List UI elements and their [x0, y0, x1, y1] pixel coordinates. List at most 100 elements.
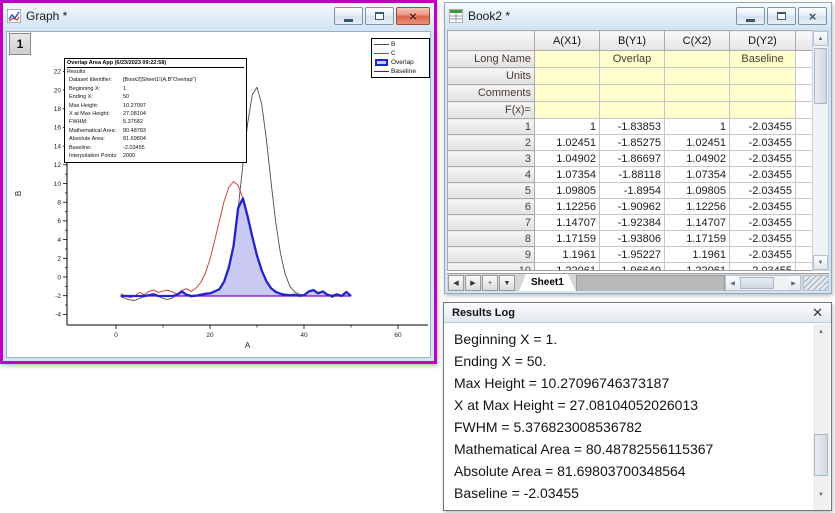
table-cell[interactable]: 1.09805: [665, 183, 730, 199]
row-label[interactable]: Comments: [448, 85, 535, 102]
table-cell[interactable]: -1.86697: [600, 151, 665, 167]
column-header[interactable]: C(X2): [665, 31, 730, 51]
scrollbar-thumb[interactable]: [814, 434, 828, 476]
plot-legend[interactable]: BCOverlapBaseline: [371, 38, 430, 78]
scroll-up-icon[interactable]: ▲: [813, 31, 828, 46]
table-cell[interactable]: 1.17159: [665, 231, 730, 247]
table-cell[interactable]: 1.07354: [665, 167, 730, 183]
column-header[interactable]: D(Y2): [730, 31, 796, 51]
scroll-left-icon[interactable]: ◀: [726, 276, 739, 290]
scrollbar-thumb[interactable]: [814, 48, 827, 104]
label-cell[interactable]: [535, 85, 600, 102]
filler-cell[interactable]: [796, 51, 813, 68]
table-cell[interactable]: 1.12256: [665, 199, 730, 215]
sheet-list-icon[interactable]: ▼: [499, 275, 515, 291]
table-cell[interactable]: -1.95227: [600, 247, 665, 263]
table-cell[interactable]: 1.04902: [665, 151, 730, 167]
scroll-right-icon[interactable]: ▶: [787, 276, 800, 290]
table-cell[interactable]: -1.93806: [600, 231, 665, 247]
row-label[interactable]: Units: [448, 68, 535, 85]
filler-cell[interactable]: [796, 102, 813, 119]
label-cell[interactable]: [730, 85, 796, 102]
row-number[interactable]: 8: [448, 231, 535, 247]
row-number[interactable]: 2: [448, 135, 535, 151]
filler-cell[interactable]: [796, 85, 813, 102]
filler-cell[interactable]: [796, 263, 813, 272]
row-label[interactable]: F(x)=: [448, 102, 535, 119]
results-log-titlebar[interactable]: Results Log ✕: [444, 303, 831, 323]
table-cell[interactable]: 1.07354: [535, 167, 600, 183]
label-cell[interactable]: Baseline: [730, 51, 796, 68]
table-cell[interactable]: -2.03455: [730, 231, 796, 247]
filler-cell[interactable]: [796, 151, 813, 167]
scrollbar-thumb[interactable]: [740, 277, 774, 289]
results-log-scrollbar[interactable]: ▲ ▼: [813, 324, 830, 510]
book2-minimize-button[interactable]: [736, 7, 765, 25]
graph-restore-button[interactable]: [365, 7, 394, 25]
table-cell[interactable]: -2.03455: [730, 247, 796, 263]
table-cell[interactable]: 1: [535, 119, 600, 135]
graph-window-titlebar[interactable]: Graph * ×: [3, 3, 434, 29]
table-cell[interactable]: -2.03455: [730, 119, 796, 135]
scroll-down-icon[interactable]: ▼: [813, 255, 828, 270]
filler-cell[interactable]: [796, 135, 813, 151]
filler-cell[interactable]: [796, 183, 813, 199]
label-cell[interactable]: [665, 85, 730, 102]
worksheet-vertical-scrollbar[interactable]: ▲ ▼: [812, 30, 829, 271]
table-cell[interactable]: -1.83853: [600, 119, 665, 135]
row-number[interactable]: 5: [448, 183, 535, 199]
book2-restore-button[interactable]: [767, 7, 796, 25]
table-cell[interactable]: -1.88118: [600, 167, 665, 183]
results-annotation-box[interactable]: Overlap Area App (6/23/2023 09:22:58) Re…: [64, 58, 247, 163]
table-cell[interactable]: 1.04902: [535, 151, 600, 167]
label-cell[interactable]: Overlap: [600, 51, 665, 68]
label-cell[interactable]: [730, 68, 796, 85]
label-cell[interactable]: [665, 68, 730, 85]
table-cell[interactable]: 1.14707: [665, 215, 730, 231]
table-cell[interactable]: -1.90962: [600, 199, 665, 215]
book2-titlebar[interactable]: Book2 * ×: [445, 3, 831, 29]
table-cell[interactable]: 1.02451: [535, 135, 600, 151]
table-cell[interactable]: 1.1961: [665, 247, 730, 263]
label-cell[interactable]: [535, 68, 600, 85]
scroll-up-icon[interactable]: ▲: [813, 324, 829, 339]
filler-cell[interactable]: [796, 247, 813, 263]
label-cell[interactable]: [600, 85, 665, 102]
column-header[interactable]: B(Y1): [600, 31, 665, 51]
table-cell[interactable]: -2.03455: [730, 263, 796, 272]
row-number[interactable]: 6: [448, 199, 535, 215]
table-cell[interactable]: -2.03455: [730, 215, 796, 231]
label-cell[interactable]: [665, 102, 730, 119]
row-label[interactable]: Long Name: [448, 51, 535, 68]
table-cell[interactable]: 1.14707: [535, 215, 600, 231]
table-cell[interactable]: -2.03455: [730, 183, 796, 199]
graph-minimize-button[interactable]: [334, 7, 363, 25]
filler-cell[interactable]: [796, 167, 813, 183]
row-number[interactable]: 7: [448, 215, 535, 231]
label-cell[interactable]: [600, 102, 665, 119]
label-cell[interactable]: [600, 68, 665, 85]
sheet-prev-icon[interactable]: ◀: [448, 275, 464, 291]
worksheet-horizontal-scrollbar[interactable]: ◀ ▶: [725, 275, 801, 291]
table-cell[interactable]: -1.92384: [600, 215, 665, 231]
filler-cell[interactable]: [796, 231, 813, 247]
tab-sheet1[interactable]: Sheet1: [519, 274, 576, 291]
row-number[interactable]: 1: [448, 119, 535, 135]
table-cell[interactable]: 1.09805: [535, 183, 600, 199]
table-cell[interactable]: -2.03455: [730, 135, 796, 151]
table-cell[interactable]: 1.22061: [535, 263, 600, 272]
table-cell[interactable]: 1.02451: [665, 135, 730, 151]
column-header-filler[interactable]: [796, 31, 813, 51]
resize-gripper[interactable]: [803, 275, 829, 291]
filler-cell[interactable]: [796, 68, 813, 85]
table-cell[interactable]: 1.1961: [535, 247, 600, 263]
row-number[interactable]: 4: [448, 167, 535, 183]
graph-close-button[interactable]: ×: [396, 7, 430, 25]
layer-1-button[interactable]: 1: [9, 33, 31, 55]
table-cell[interactable]: 1: [665, 119, 730, 135]
filler-cell[interactable]: [796, 199, 813, 215]
table-cell[interactable]: -2.03455: [730, 199, 796, 215]
column-header[interactable]: A(X1): [535, 31, 600, 51]
table-cell[interactable]: -1.8954: [600, 183, 665, 199]
row-number[interactable]: 10: [448, 263, 535, 272]
